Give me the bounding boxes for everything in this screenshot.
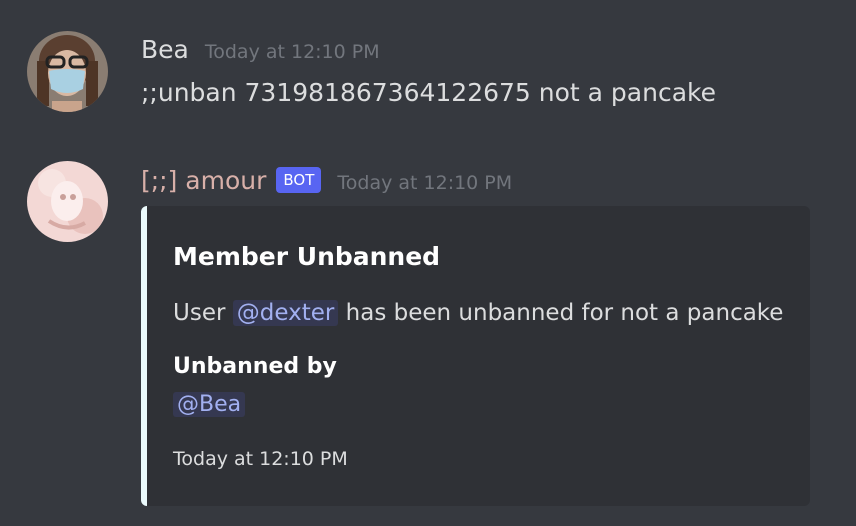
bot-username[interactable]: [;;] amour xyxy=(141,166,266,195)
message-timestamp: Today at 12:10 PM xyxy=(337,172,513,194)
embed-card: Member Unbanned User @dexter has been un… xyxy=(141,206,810,506)
embed-description-suffix: has been unbanned for not a pancake xyxy=(345,300,784,326)
bot-avatar-amour[interactable] xyxy=(27,161,108,242)
pink-bot-avatar-icon xyxy=(27,161,108,242)
masked-person-avatar-icon xyxy=(27,31,108,112)
message-timestamp: Today at 12:10 PM xyxy=(204,41,380,63)
message-header: Bea Today at 12:10 PM xyxy=(141,35,380,64)
embed-description-prefix: User xyxy=(173,300,226,326)
user-mention-bea[interactable]: @Bea xyxy=(173,392,246,417)
embed-title: Member Unbanned xyxy=(173,242,441,271)
user-mention-dexter[interactable]: @dexter xyxy=(232,300,339,326)
message-header: [;;] amour BOT Today at 12:10 PM xyxy=(141,166,512,197)
embed-field-value: @Bea xyxy=(173,392,246,417)
message-content: ;;unban 731981867364122675 not a pancake xyxy=(141,78,716,107)
user-avatar-bea[interactable] xyxy=(27,31,108,112)
embed-footer-timestamp: Today at 12:10 PM xyxy=(173,448,348,470)
username[interactable]: Bea xyxy=(141,35,189,64)
bot-badge: BOT xyxy=(276,167,322,193)
embed-description: User @dexter has been unbanned for not a… xyxy=(173,300,783,326)
embed-field-name: Unbanned by xyxy=(173,354,337,379)
